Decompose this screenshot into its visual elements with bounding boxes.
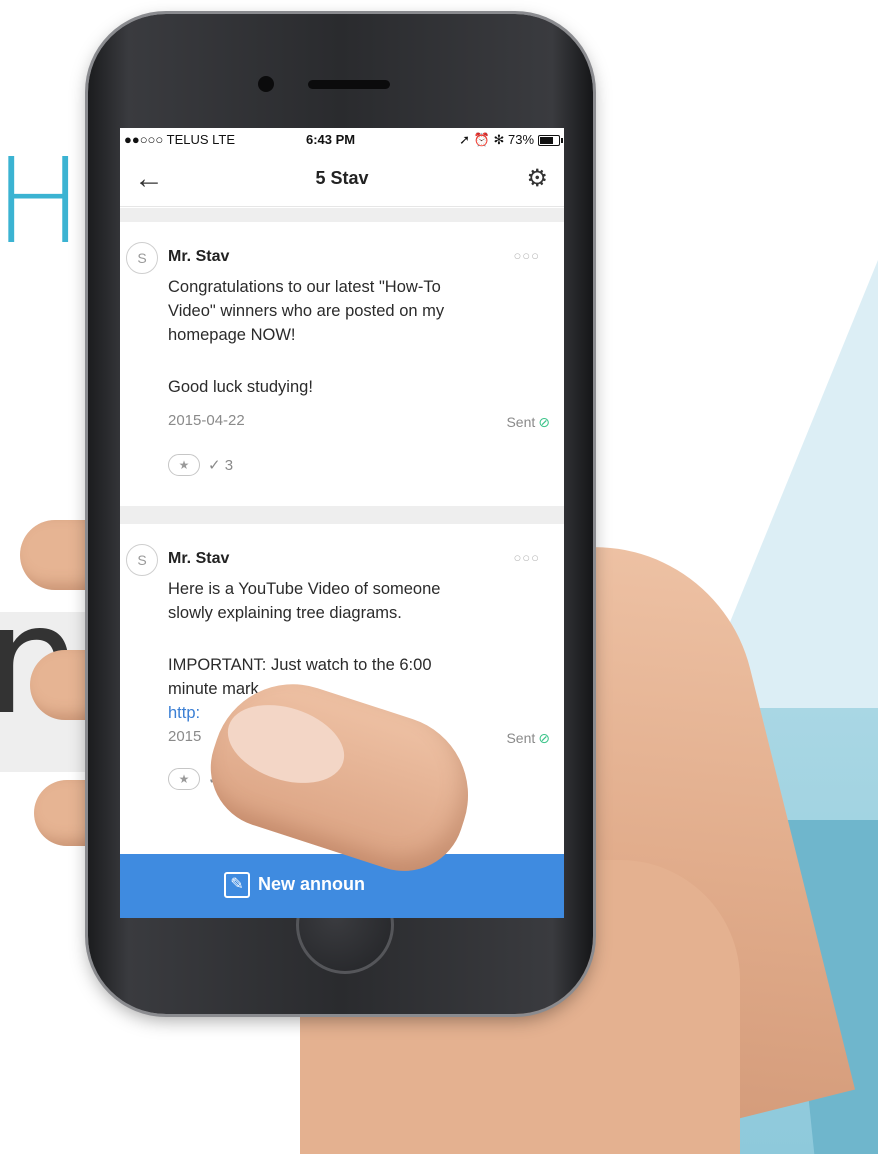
star-button[interactable]: ★ xyxy=(168,768,200,790)
battery-nub xyxy=(561,138,563,143)
more-options-icon[interactable]: ○○○ xyxy=(513,248,540,263)
message-line: IMPORTANT: Just watch to the 6:00 xyxy=(168,656,432,674)
message-line: minute mark xyxy=(168,680,259,698)
nav-bar: ← 5 Stav ⚙ xyxy=(120,150,564,207)
message-line: slowly explaining tree diagrams. xyxy=(168,604,402,622)
avatar[interactable]: S xyxy=(126,544,158,576)
message-line: Here is a YouTube Video of someone xyxy=(168,580,441,598)
video-link[interactable]: http: xyxy=(168,704,200,723)
message-line: Good luck studying! xyxy=(168,378,313,396)
status-bar: ●●○○○ TELUS LTE 6:43 PM ➚ ⏰ ✻ 73% xyxy=(120,128,564,150)
message-line: Video" winners who are posted on my xyxy=(168,302,445,320)
sent-label: Sent xyxy=(506,730,536,746)
message-line: homepage NOW! xyxy=(168,326,296,344)
message-line: Congratulations to our latest "How-To xyxy=(168,278,441,296)
clock: 6:43 PM xyxy=(306,132,356,147)
new-announcement-button[interactable]: ✎ New announ xyxy=(120,854,564,918)
battery-fill xyxy=(540,137,554,144)
sent-label: Sent xyxy=(506,414,536,430)
page-title: 5 Stav xyxy=(315,168,369,188)
sent-status: Sent ⊘ xyxy=(506,730,550,747)
sent-check-icon: ⊘ xyxy=(538,730,550,746)
star-button[interactable]: ★ xyxy=(168,454,200,476)
carrier-label: ●●○○○ TELUS LTE xyxy=(124,132,236,147)
more-options-icon[interactable]: ○○○ xyxy=(513,550,540,565)
scene: HE ne ●●○○○ TELUS LTE 6:43 PM ➚ ⏰ ✻ 73% … xyxy=(0,0,878,1154)
post-date: 2015-04-22 xyxy=(168,412,245,429)
post-date: 2015 xyxy=(168,728,202,745)
author-name: Mr. Stav xyxy=(168,550,230,567)
status-icons: ➚ ⏰ ✻ 73% xyxy=(459,132,534,147)
sent-check-icon: ⊘ xyxy=(538,414,550,430)
avatar[interactable]: S xyxy=(126,242,158,274)
read-count: ✓ 3 xyxy=(208,457,234,474)
battery-icon xyxy=(538,135,563,146)
phone-camera xyxy=(258,76,274,92)
sent-status: Sent ⊘ xyxy=(506,414,550,431)
author-name: Mr. Stav xyxy=(168,248,230,265)
phone-speaker xyxy=(308,80,390,89)
compose-icon: ✎ xyxy=(224,872,250,898)
new-announcement-label: New announ xyxy=(258,874,365,894)
settings-gear-icon[interactable]: ⚙ xyxy=(526,164,548,193)
announcement-card[interactable]: S Mr. Stav ○○○ Congratulations to our la… xyxy=(120,222,564,506)
